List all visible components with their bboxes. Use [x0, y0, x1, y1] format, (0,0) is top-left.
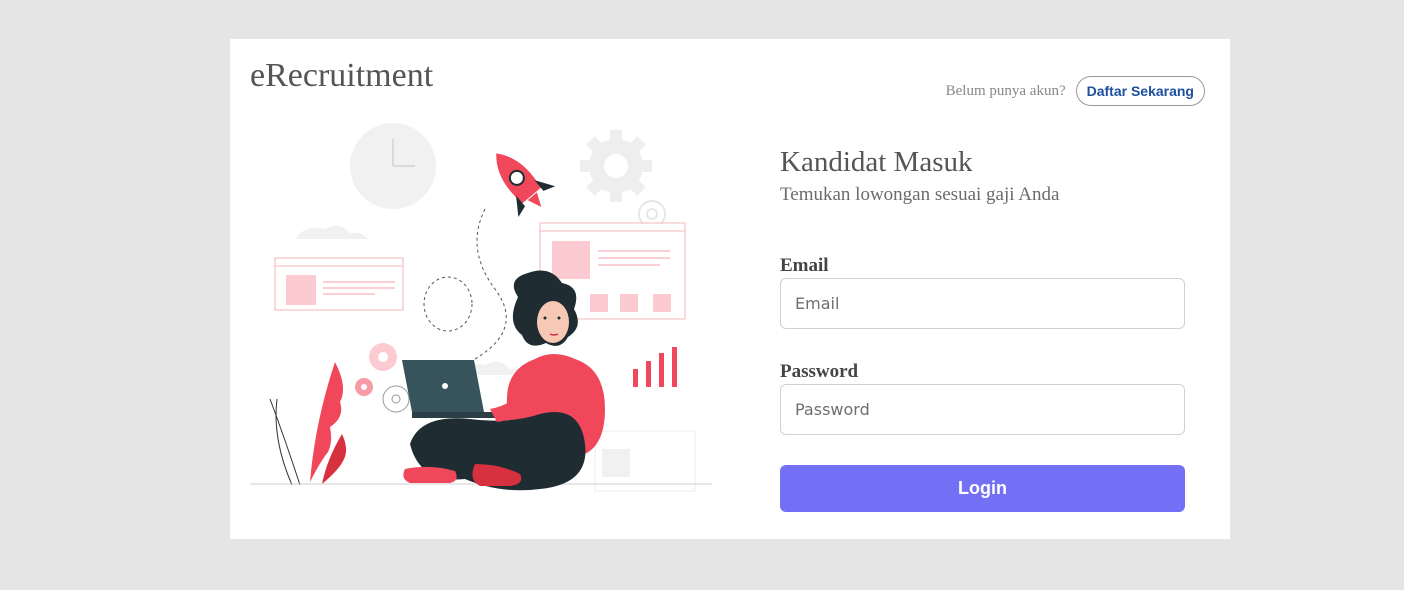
- register-area: Belum punya akun? Daftar Sekarang: [946, 76, 1205, 106]
- browser-window-left: [274, 257, 404, 311]
- rocket-icon: [496, 153, 556, 218]
- email-input[interactable]: [780, 277, 1185, 329]
- form-subtitle: Temukan lowongan sesuai gaji Anda: [780, 183, 1060, 205]
- password-input[interactable]: [780, 383, 1185, 435]
- register-prompt: Belum punya akun?: [945, 82, 1066, 99]
- login-button[interactable]: Login: [780, 464, 1185, 512]
- gear-icon: [580, 130, 652, 202]
- clock-icon: [350, 123, 436, 209]
- login-card: eRecruitment Belum punya akun? Daftar Se…: [230, 39, 1230, 539]
- plant-icon: [269, 362, 347, 486]
- gears-small-icon: [355, 343, 410, 413]
- email-label: Email: [780, 254, 829, 276]
- woman-laptop-illustration: [250, 123, 712, 492]
- login-form: Kandidat Masuk Temukan lowongan sesuai g…: [780, 146, 1185, 512]
- register-button[interactable]: Daftar Sekarang: [1075, 76, 1205, 106]
- form-title: Kandidat Masuk: [780, 146, 973, 178]
- bar-chart-icon: [633, 347, 677, 387]
- password-label: Password: [780, 360, 859, 382]
